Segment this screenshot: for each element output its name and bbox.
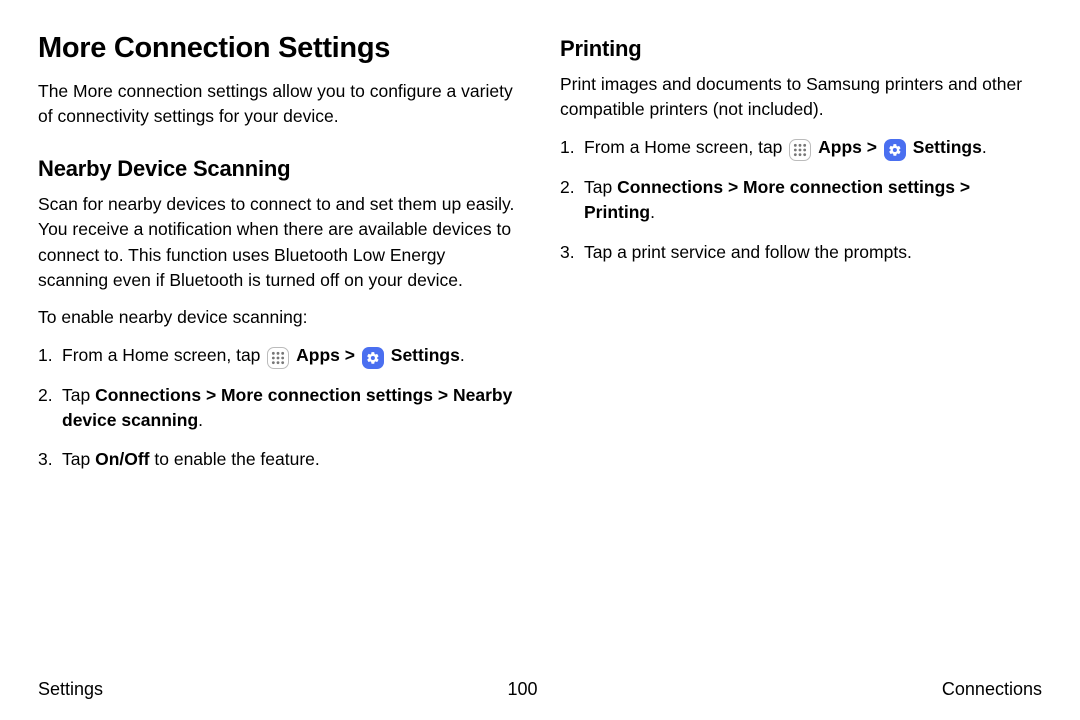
chevron-icon: > [438, 385, 448, 405]
settings-icon [884, 139, 906, 161]
chevron-icon: > [206, 385, 216, 405]
right-column: Printing Print images and documents to S… [560, 32, 1042, 671]
enable-instructions-lead: To enable nearby device scanning: [38, 305, 520, 330]
list-item: 1. From a Home screen, tap Apps > Settin… [560, 135, 1042, 161]
step-body: Tap Connections > More connection settin… [62, 383, 520, 434]
footer-right: Connections [942, 679, 1042, 700]
page-footer: Settings 100 Connections [38, 671, 1042, 700]
step-number: 3. [560, 240, 584, 265]
left-column: More Connection Settings The More connec… [38, 32, 520, 671]
apps-icon [267, 347, 289, 369]
apps-label: Apps [296, 345, 340, 365]
list-item: 2. Tap Connections > More connection set… [38, 383, 520, 434]
chevron-icon: > [345, 345, 355, 365]
step-body: Tap a print service and follow the promp… [584, 240, 1042, 265]
page-title: More Connection Settings [38, 32, 520, 65]
printing-body: Print images and documents to Samsung pr… [560, 72, 1042, 123]
intro-paragraph: The More connection settings allow you t… [38, 79, 520, 130]
nearby-scanning-heading: Nearby Device Scanning [38, 156, 520, 182]
settings-icon [362, 347, 384, 369]
page-number: 100 [507, 679, 537, 700]
step-number: 2. [38, 383, 62, 408]
step-number: 1. [38, 343, 62, 368]
step-number: 3. [38, 447, 62, 472]
list-item: 3. Tap a print service and follow the pr… [560, 240, 1042, 265]
nearby-scanning-steps: 1. From a Home screen, tap Apps > Settin… [38, 343, 520, 473]
document-page: More Connection Settings The More connec… [0, 0, 1080, 720]
printing-heading: Printing [560, 36, 1042, 62]
step-body: From a Home screen, tap Apps > Settings. [62, 343, 520, 369]
chevron-icon: > [960, 177, 970, 197]
two-column-layout: More Connection Settings The More connec… [38, 32, 1042, 671]
settings-label: Settings [913, 137, 982, 157]
printing-steps: 1. From a Home screen, tap Apps > Settin… [560, 135, 1042, 265]
footer-left: Settings [38, 679, 103, 700]
apps-label: Apps [818, 137, 862, 157]
step-body: From a Home screen, tap Apps > Settings. [584, 135, 1042, 161]
apps-icon [789, 139, 811, 161]
chevron-icon: > [728, 177, 738, 197]
list-item: 3. Tap On/Off to enable the feature. [38, 447, 520, 472]
chevron-icon: > [867, 137, 877, 157]
step-body: Tap On/Off to enable the feature. [62, 447, 520, 472]
nearby-scanning-body: Scan for nearby devices to connect to an… [38, 192, 520, 294]
step-body: Tap Connections > More connection settin… [584, 175, 1042, 226]
step-number: 1. [560, 135, 584, 160]
settings-label: Settings [391, 345, 460, 365]
list-item: 1. From a Home screen, tap Apps > Settin… [38, 343, 520, 369]
list-item: 2. Tap Connections > More connection set… [560, 175, 1042, 226]
step-number: 2. [560, 175, 584, 200]
